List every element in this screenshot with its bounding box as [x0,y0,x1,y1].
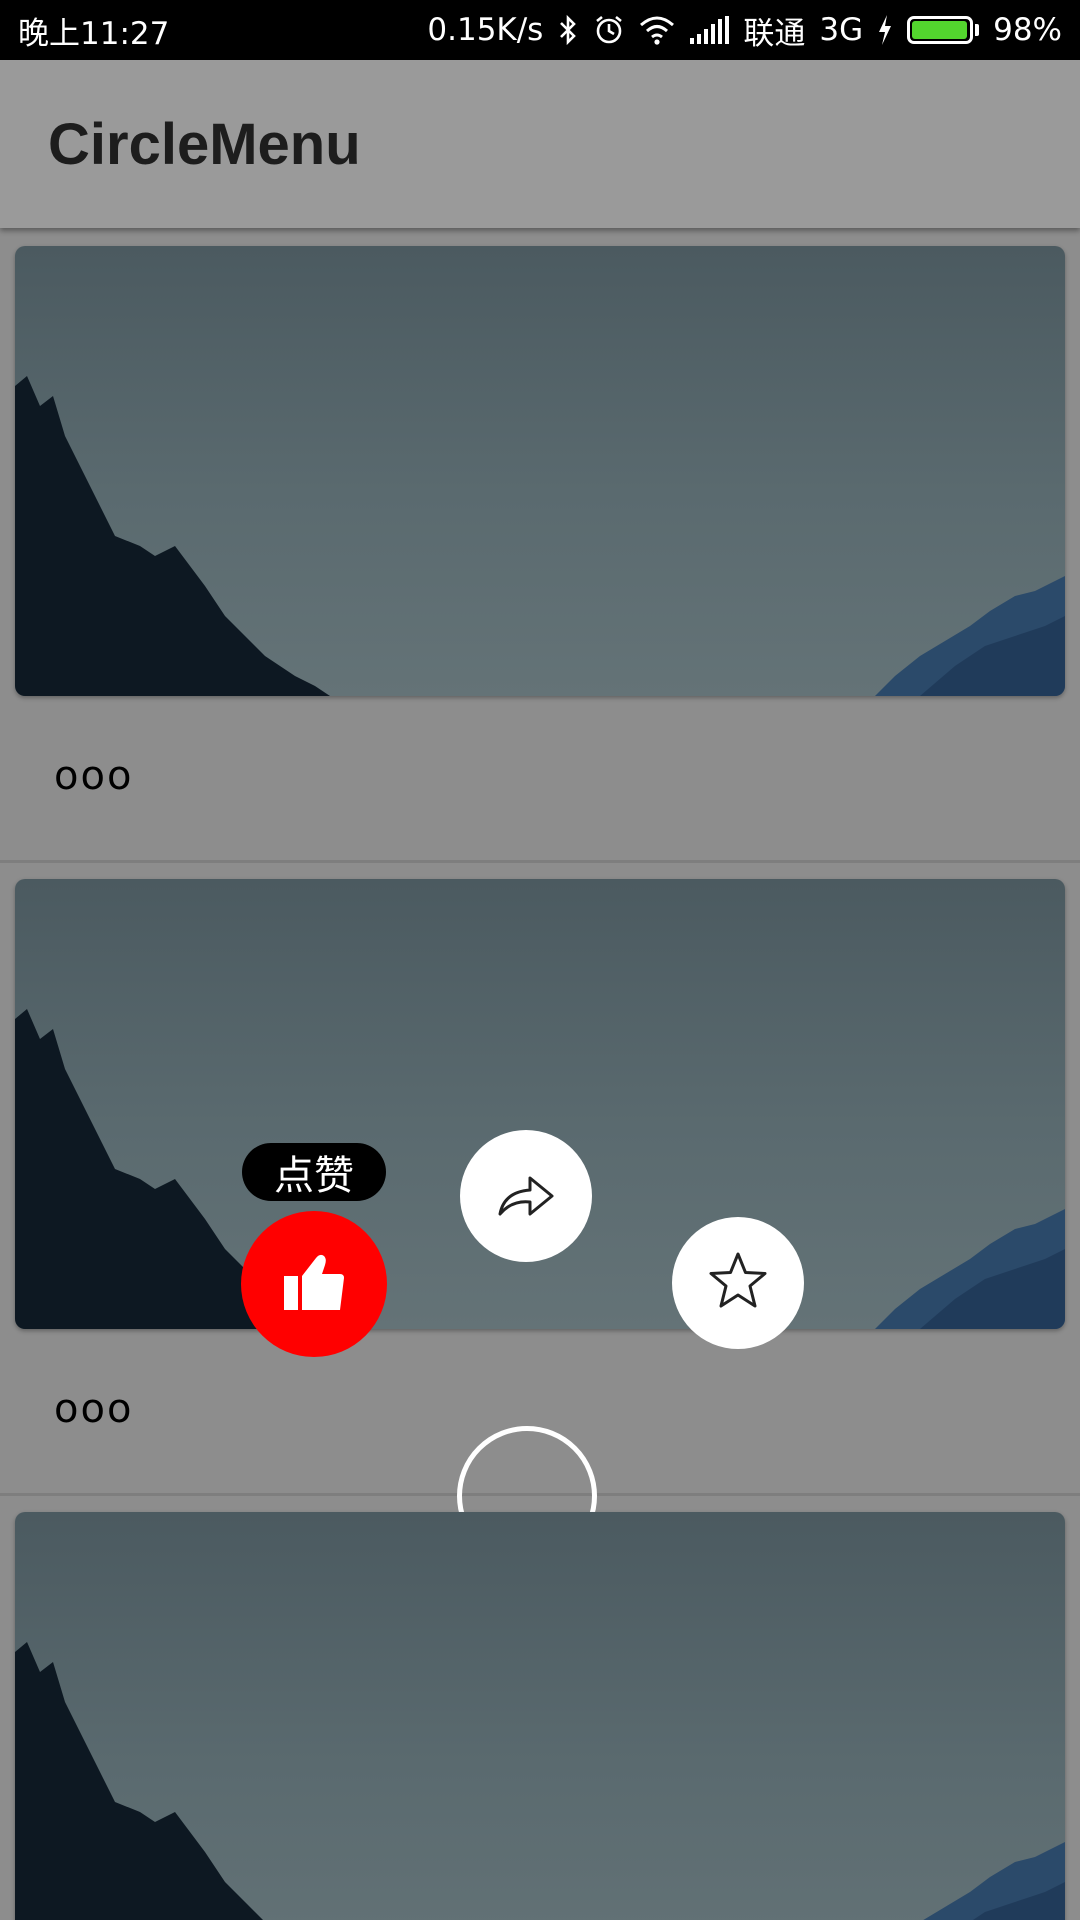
charging-icon [877,15,893,45]
network-type: 3G [819,12,864,48]
mountain-image [15,376,1065,696]
bluetooth-icon [557,14,579,46]
star-icon [707,1251,769,1315]
app-bar: CircleMenu [0,60,1080,228]
alarm-icon [593,14,625,46]
favorite-button[interactable] [672,1217,804,1349]
status-bar: 晚上11:27 0.15K/s 联通 3G 98% [0,0,1080,60]
signal-icon [689,16,730,44]
like-tooltip: 点赞 [242,1143,386,1201]
feed-list[interactable]: ooo ooo 点赞 [0,228,1080,1920]
thumbs-up-icon [282,1250,346,1318]
card-meta: ooo [54,753,134,799]
network-speed: 0.15K/s [427,12,544,48]
carrier-label: 联通 [743,15,806,52]
card-image[interactable] [15,879,1065,1329]
battery-icon [907,16,980,44]
share-icon [496,1170,556,1222]
divider [0,860,1080,863]
mountain-image [15,1642,1065,1920]
share-button[interactable] [460,1130,592,1262]
status-right: 0.15K/s 联通 3G 98% [427,8,1062,53]
like-button[interactable] [241,1211,387,1357]
battery-percent: 98% [993,12,1062,48]
status-time: 晚上11:27 [18,15,170,52]
mountain-image [15,1009,1065,1329]
card-meta: ooo [54,1386,134,1432]
card-image[interactable] [15,246,1065,696]
card-image[interactable] [15,1512,1065,1920]
page-title: CircleMenu [48,111,361,177]
wifi-icon [639,15,675,45]
